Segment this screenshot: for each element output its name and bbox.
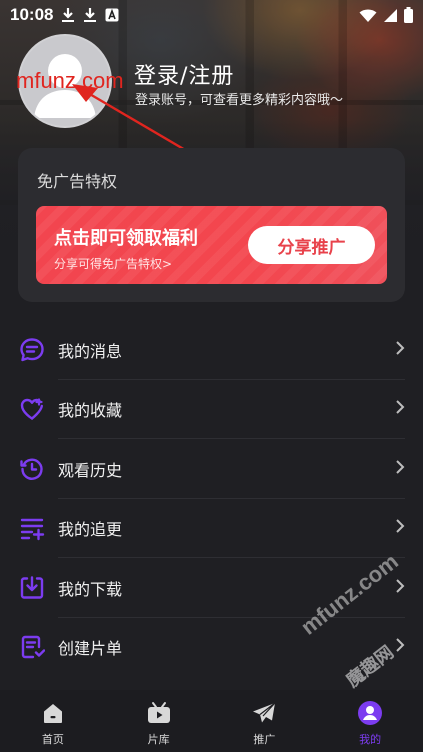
tab-label: 片库	[147, 733, 170, 746]
home-icon	[39, 700, 67, 726]
chevron-right-icon	[395, 637, 405, 657]
heart-icon	[18, 395, 46, 423]
font-notification-icon	[105, 8, 119, 22]
send-icon	[250, 700, 278, 726]
status-time: 10:08	[10, 5, 54, 24]
download-notification-icon	[61, 7, 75, 23]
promo-subtitle[interactable]: 分享可得免广告特权>	[54, 255, 172, 272]
promo-title: 点击即可领取福利	[54, 228, 198, 249]
library-icon	[145, 700, 173, 726]
bottom-tab-bar: 首页 片库 推广 我的	[0, 690, 423, 752]
download-notification-icon	[83, 7, 97, 23]
menu-item-label: 我的下载	[58, 579, 123, 599]
message-icon	[18, 336, 46, 364]
ad-card-title: 免广告特权	[37, 172, 118, 191]
tab-promote[interactable]: 推广	[224, 690, 304, 752]
menu-item-label: 观看历史	[58, 460, 123, 480]
tab-mine[interactable]: 我的	[330, 690, 410, 752]
share-promote-button[interactable]: 分享推广	[248, 226, 375, 264]
tab-library[interactable]: 片库	[119, 690, 199, 752]
ad-free-privilege-card: 免广告特权 点击即可领取福利 分享可得免广告特权> 分享推广	[18, 148, 405, 302]
follow-list-icon	[18, 514, 46, 542]
chevron-right-icon	[395, 518, 405, 538]
menu-item-label: 我的收藏	[58, 401, 123, 421]
chevron-right-icon	[395, 399, 405, 419]
tab-label: 我的	[359, 733, 382, 746]
login-subtitle: 登录账号，可查看更多精彩内容哦～	[135, 93, 344, 108]
tab-home[interactable]: 首页	[13, 690, 93, 752]
signal-icon	[383, 8, 398, 23]
menu-item-messages[interactable]: 我的消息	[0, 320, 423, 380]
status-bar: 10:08	[0, 0, 423, 30]
chevron-right-icon	[395, 459, 405, 479]
battery-icon	[404, 7, 413, 23]
download-icon	[18, 574, 46, 602]
menu-item-history[interactable]: 观看历史	[0, 439, 423, 499]
menu-item-favorites[interactable]: 我的收藏	[0, 380, 423, 440]
promo-banner[interactable]: 点击即可领取福利 分享可得免广告特权> 分享推广	[36, 206, 387, 284]
menu-item-label: 我的消息	[58, 341, 123, 361]
profile-icon	[356, 700, 384, 726]
menu-item-label: 创建片单	[58, 639, 123, 659]
tab-label: 推广	[253, 733, 276, 746]
menu-item-label: 我的追更	[58, 520, 123, 540]
playlist-icon	[18, 633, 46, 661]
login-register-link[interactable]: 登录/注册	[134, 58, 234, 90]
menu-list: 我的消息 我的收藏 观看历史 我的追更 我的下载 创建片单	[0, 320, 423, 677]
wifi-icon	[359, 8, 377, 23]
watermark-text: mfunz.com	[16, 68, 124, 93]
history-icon	[18, 455, 46, 483]
tab-label: 首页	[41, 733, 64, 746]
menu-item-following[interactable]: 我的追更	[0, 499, 423, 559]
chevron-right-icon	[395, 340, 405, 360]
chevron-right-icon	[395, 578, 405, 598]
